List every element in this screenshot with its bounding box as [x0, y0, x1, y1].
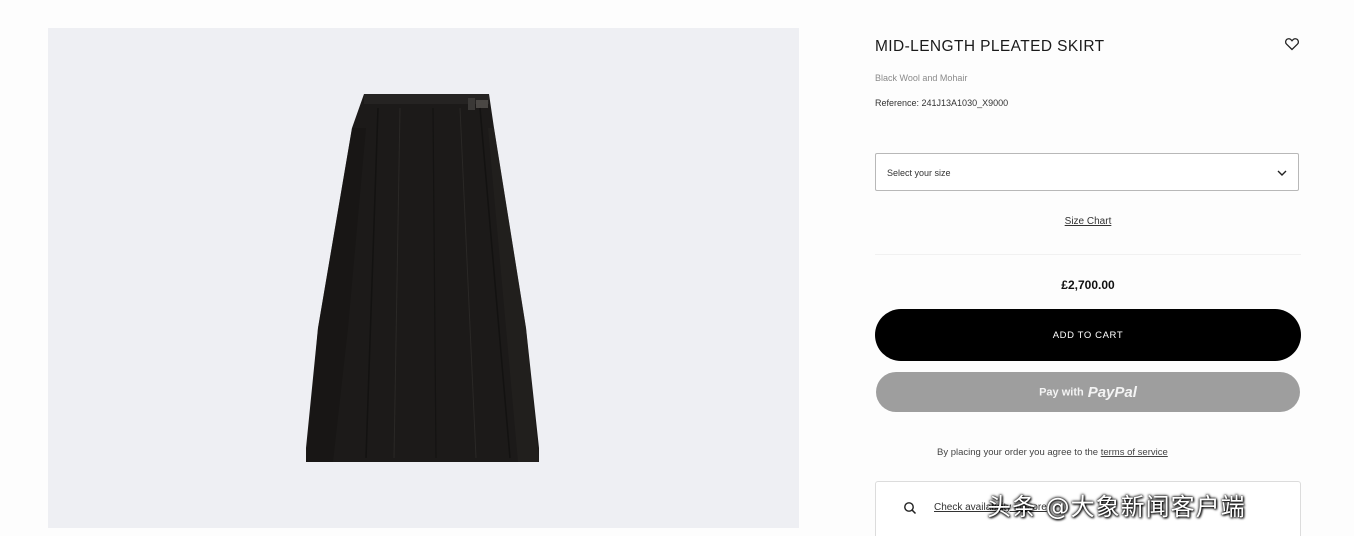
size-select[interactable]: Select your size [875, 153, 1299, 191]
skirt-product-image [306, 94, 539, 462]
product-reference: Reference: 241J13A1030_X9000 [875, 98, 1009, 108]
terms-notice: By placing your order you agree to the t… [937, 447, 1168, 458]
terms-text: By placing your order you agree to the [937, 447, 1101, 458]
paypal-button[interactable]: Pay with PayPal [876, 372, 1300, 412]
product-image-panel [48, 28, 799, 528]
product-title: MID-LENGTH PLEATED SKIRT [875, 38, 1105, 55]
divider [875, 254, 1301, 255]
paypal-logo: PayPal [1087, 383, 1137, 401]
product-price: £2,700.00 [1061, 278, 1115, 292]
add-to-cart-button[interactable]: ADD TO CART [875, 309, 1301, 361]
product-info: MID-LENGTH PLEATED SKIRT Black Wool and … [875, 0, 1305, 536]
search-icon [904, 502, 917, 515]
chevron-down-icon [1277, 170, 1287, 176]
product-page: MID-LENGTH PLEATED SKIRT Black Wool and … [0, 0, 1354, 536]
watermark: 头条 @大象新闻客户端 [987, 493, 1246, 521]
size-select-placeholder: Select your size [887, 168, 951, 178]
size-chart-link[interactable]: Size Chart [875, 216, 1301, 227]
product-material: Black Wool and Mohair [875, 73, 968, 83]
heart-icon[interactable] [1284, 36, 1300, 52]
paypal-prefix: Pay with [1039, 386, 1084, 398]
terms-of-service-link[interactable]: terms of service [1101, 447, 1168, 458]
